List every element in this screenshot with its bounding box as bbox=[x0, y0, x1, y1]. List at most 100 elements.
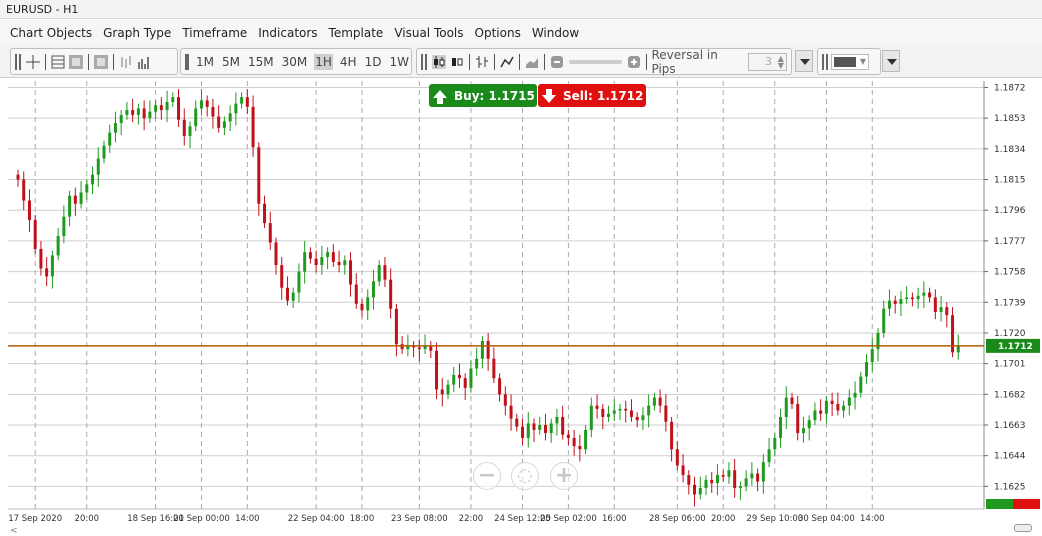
area-chart-icon[interactable] bbox=[525, 55, 539, 69]
candle-body bbox=[440, 389, 444, 395]
slider-minus-icon[interactable] bbox=[550, 55, 564, 69]
candle-body bbox=[389, 279, 393, 309]
candle-body bbox=[498, 378, 502, 395]
y-tick-label: 1.1644 bbox=[994, 452, 1026, 462]
candle-body bbox=[824, 400, 828, 414]
candle-body bbox=[744, 478, 748, 487]
candle-body bbox=[125, 110, 129, 115]
timeframe-15m[interactable]: 15M bbox=[247, 54, 275, 70]
menu-timeframe[interactable]: Timeframe bbox=[182, 26, 247, 40]
candle-body bbox=[199, 100, 203, 109]
candle-body bbox=[549, 423, 553, 434]
zoom-slider[interactable] bbox=[568, 59, 622, 64]
candle-body bbox=[876, 332, 880, 350]
candle-body bbox=[257, 147, 261, 204]
candle-body bbox=[394, 308, 398, 345]
spinner-icon[interactable]: ▲ ▼ bbox=[778, 54, 784, 69]
slider-plus-icon[interactable] bbox=[627, 55, 641, 69]
bar-chart-icon[interactable] bbox=[475, 55, 489, 69]
timeframe-1w[interactable]: 1W bbox=[388, 54, 410, 70]
volume-icon[interactable] bbox=[137, 55, 151, 69]
candle-body bbox=[400, 344, 404, 350]
y-tick-label: 1.1796 bbox=[994, 206, 1026, 216]
timeframe-1m[interactable]: 1M bbox=[195, 54, 215, 70]
current-price-label: 1.1712 bbox=[998, 342, 1033, 352]
bars-chart-icon[interactable] bbox=[119, 55, 133, 69]
toolbar: 1M 5M 15M 30M 1H 4H 1D 1W MN bbox=[0, 45, 1042, 78]
candle-body bbox=[211, 106, 215, 117]
candle-body bbox=[882, 308, 886, 333]
separator bbox=[518, 53, 520, 70]
candle-body bbox=[555, 416, 559, 424]
candle-body bbox=[779, 416, 783, 438]
menu-chart-objects[interactable]: Chart Objects bbox=[10, 26, 92, 40]
candle-body bbox=[801, 428, 805, 434]
timeframe-30m[interactable]: 30M bbox=[281, 54, 309, 70]
menu-graph-type[interactable]: Graph Type bbox=[103, 26, 171, 40]
timeframe-4h[interactable]: 4H bbox=[339, 54, 358, 70]
y-tick-label: 1.1701 bbox=[994, 360, 1026, 370]
candle-body bbox=[383, 265, 387, 280]
menu-window[interactable]: Window bbox=[532, 26, 579, 40]
candle-body bbox=[377, 265, 381, 282]
menu-visual-tools[interactable]: Visual Tools bbox=[394, 26, 463, 40]
line-chart-icon[interactable] bbox=[500, 55, 514, 69]
candlestick-chart-icon[interactable] bbox=[431, 54, 446, 69]
candle-body bbox=[945, 307, 949, 316]
candle-body bbox=[738, 486, 742, 489]
menu-indicators[interactable]: Indicators bbox=[258, 26, 317, 40]
candle-body bbox=[807, 420, 811, 429]
reversal-label: Reversal in Pips bbox=[651, 47, 718, 76]
toolbar-group-chart-type: Reversal in Pips 3 ▲ ▼ bbox=[416, 47, 792, 76]
candle-body bbox=[343, 260, 347, 266]
buy-button[interactable]: Buy: 1.1715 bbox=[429, 84, 537, 107]
candle-body bbox=[933, 297, 937, 312]
crosshair-icon[interactable] bbox=[26, 54, 40, 69]
zoom-in-tool-icon[interactable] bbox=[69, 54, 83, 69]
candle-body bbox=[234, 103, 238, 114]
candle-body bbox=[761, 462, 765, 482]
candle-body bbox=[859, 376, 863, 393]
candle-body bbox=[113, 122, 117, 133]
x-tick-label: 22 Sep 04:00 bbox=[288, 514, 345, 524]
zoom-in-button[interactable]: + bbox=[550, 462, 578, 490]
zoom-out-button[interactable]: − bbox=[473, 462, 501, 490]
menu-template[interactable]: Template bbox=[329, 26, 384, 40]
candle-body bbox=[652, 397, 656, 406]
candle-body bbox=[503, 394, 507, 406]
candle-body bbox=[486, 341, 490, 359]
sell-label: Sell: 1.1712 bbox=[563, 88, 644, 103]
candle-body bbox=[715, 475, 719, 484]
candle-body bbox=[842, 405, 846, 411]
candle-body bbox=[721, 475, 725, 477]
timeframe-1d[interactable]: 1D bbox=[364, 54, 383, 70]
candle-body bbox=[79, 192, 83, 204]
separator bbox=[88, 53, 89, 70]
candle-body bbox=[165, 101, 169, 111]
candle-body bbox=[371, 281, 375, 298]
candle-body bbox=[194, 108, 198, 127]
hollow-candle-icon[interactable] bbox=[450, 55, 464, 69]
candle-body bbox=[647, 405, 651, 416]
bid-indicator bbox=[986, 499, 1013, 509]
data-window-icon[interactable] bbox=[51, 55, 65, 69]
candle-body bbox=[131, 110, 135, 115]
color-picker[interactable]: ▼ bbox=[831, 53, 869, 70]
zoom-out-tool-icon[interactable] bbox=[94, 54, 108, 69]
color-dropdown-button[interactable] bbox=[882, 50, 900, 72]
scrollbar-thumb[interactable] bbox=[1014, 524, 1032, 532]
scroll-left-icon[interactable]: < bbox=[10, 526, 18, 536]
menu-options[interactable]: Options bbox=[475, 26, 521, 40]
candle-body bbox=[475, 358, 479, 369]
candle-body bbox=[297, 271, 301, 293]
candle-body bbox=[245, 97, 249, 107]
candle-body bbox=[704, 479, 708, 489]
chart-type-dropdown-button[interactable] bbox=[795, 50, 813, 72]
sell-button[interactable]: Sell: 1.1712 bbox=[538, 84, 646, 107]
reversal-input[interactable]: 3 ▲ ▼ bbox=[747, 52, 787, 71]
zoom-reset-button[interactable]: ◌ bbox=[511, 462, 539, 490]
candle-body bbox=[756, 473, 760, 482]
timeframe-5m[interactable]: 5M bbox=[221, 54, 241, 70]
timeframe-1h[interactable]: 1H bbox=[314, 53, 333, 70]
candle-body bbox=[790, 397, 794, 405]
